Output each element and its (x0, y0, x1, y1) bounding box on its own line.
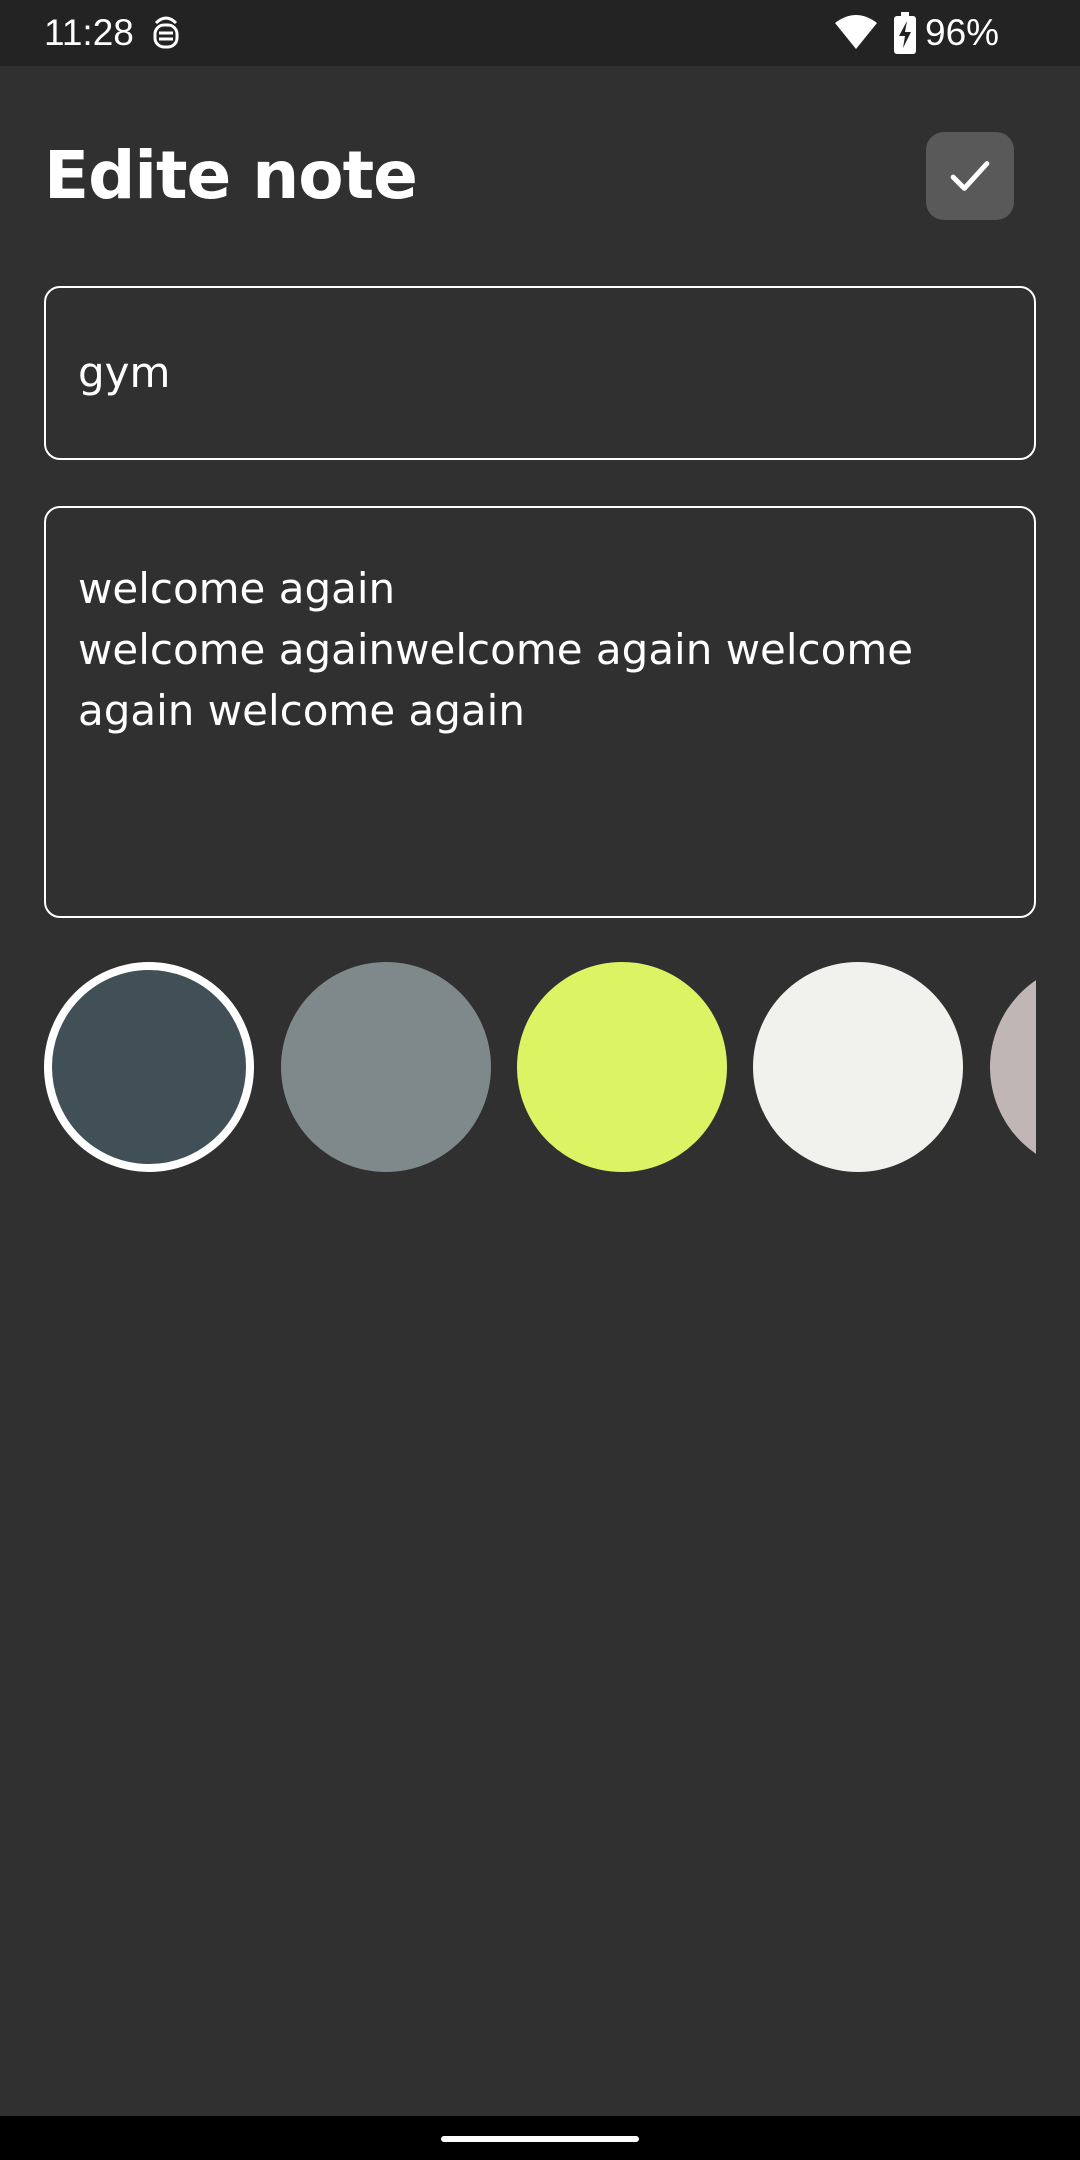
color-swatch-5[interactable] (990, 962, 1036, 1172)
note-title-value: gym (78, 348, 171, 397)
status-time: 11:28 (44, 12, 134, 53)
note-content-line: again welcome again (78, 686, 525, 735)
battery-percentage: 96% (925, 12, 1000, 53)
color-picker (44, 962, 1036, 1172)
color-swatch-1[interactable] (44, 962, 254, 1172)
note-content-input[interactable]: welcome again welcome againwelcome again… (44, 506, 1036, 918)
edit-note-screen: 11:28 96% Edite note gym welcome again w… (0, 0, 1080, 2160)
save-button[interactable] (926, 132, 1014, 220)
color-swatch-2[interactable] (281, 962, 491, 1172)
debug-icon (150, 13, 182, 53)
home-indicator[interactable] (441, 2136, 639, 2142)
page-title: Edite note (44, 137, 418, 214)
checkmark-icon (950, 161, 990, 191)
note-content-line: welcome again (78, 564, 396, 613)
battery-charging-icon (893, 12, 917, 54)
color-swatch-3[interactable] (517, 962, 727, 1172)
status-bar: 11:28 96% (0, 0, 1080, 66)
note-title-input[interactable]: gym (44, 286, 1036, 460)
note-content-line: welcome againwelcome again welcome (78, 625, 914, 674)
color-swatch-4[interactable] (753, 962, 963, 1172)
wifi-icon (833, 13, 879, 53)
